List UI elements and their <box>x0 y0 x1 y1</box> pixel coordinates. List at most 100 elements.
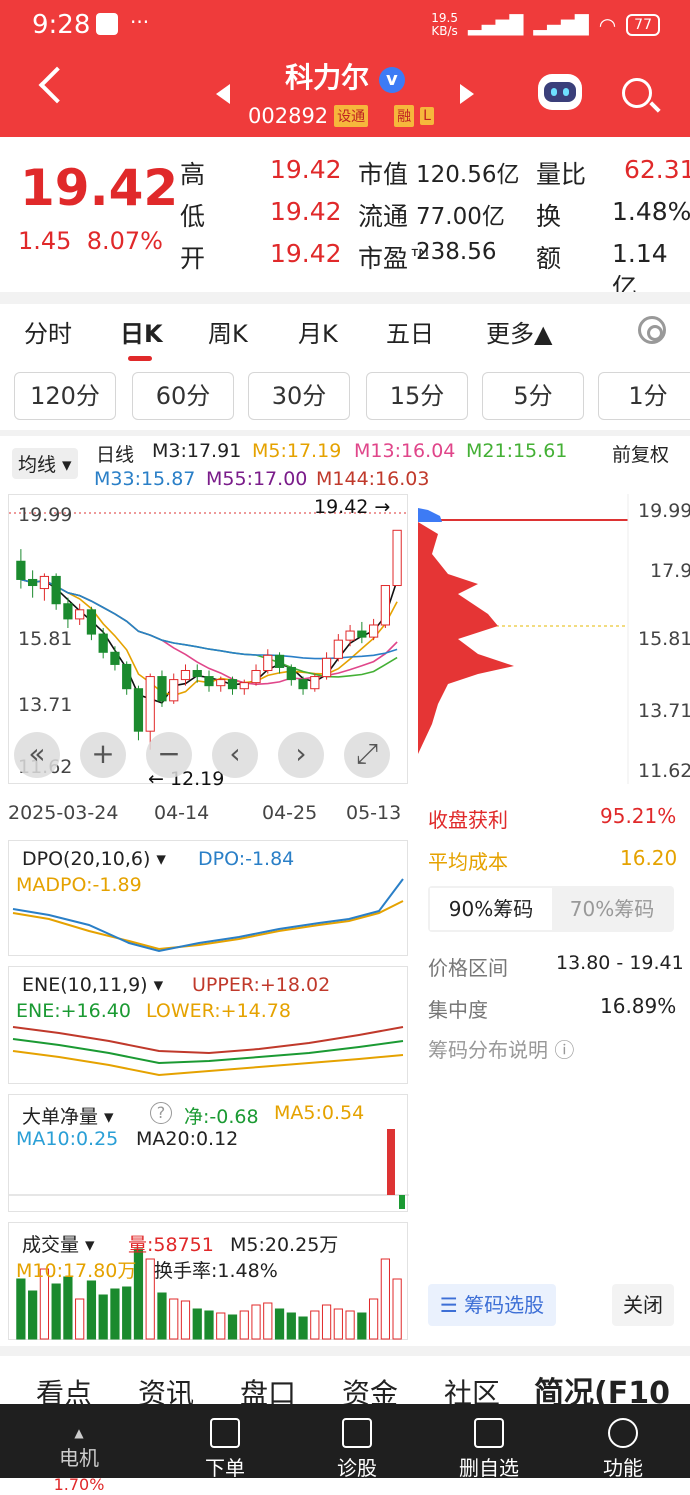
ma-selector[interactable]: 均线 ▾ <box>12 448 78 479</box>
min-60[interactable]: 60分 <box>132 372 234 420</box>
stock-name: 科力尔 <box>285 61 370 94</box>
last-price: 19.42 <box>20 159 179 217</box>
tab-more[interactable]: 更多▲ <box>486 314 552 349</box>
tag-shetong: 设通 <box>334 105 369 127</box>
y-label-mid: 15.81 <box>18 628 73 650</box>
quote-label: 开 <box>180 244 206 273</box>
volume-m5: M5:20.25万 <box>230 1234 339 1256</box>
candle <box>122 663 132 690</box>
status-right: 19.5 KB/s ▂▄▆█ ▂▄▆█ ◠ 77 <box>431 12 660 38</box>
tab-intraday[interactable]: 分时 <box>24 314 72 349</box>
tab-70-chip[interactable]: 70%筹码 <box>552 888 672 930</box>
min-120[interactable]: 120分 <box>14 372 116 420</box>
zoom-out-button[interactable]: − <box>146 732 192 778</box>
volume-bar <box>63 1276 73 1340</box>
top-header: 9:28 ··· 19.5 KB/s ▂▄▆█ ▂▄▆█ ◠ 77 科力尔 v 0… <box>0 0 690 137</box>
candle <box>274 654 285 668</box>
volume-bar <box>75 1298 85 1340</box>
candle <box>169 679 179 702</box>
quote-label: 额 <box>536 244 562 273</box>
range-label: 价格区间 <box>428 956 508 980</box>
nav-remove-watchlist[interactable]: 删自选 <box>444 1418 534 1481</box>
nav-order[interactable]: 下单 <box>180 1418 270 1481</box>
volume-bar <box>298 1316 308 1340</box>
settings-icon[interactable] <box>638 316 666 344</box>
zoom-in-button[interactable]: + <box>80 732 126 778</box>
volume-bar <box>157 1292 167 1340</box>
volume-bar <box>51 1283 61 1340</box>
cost-value: 16.20 <box>620 846 678 870</box>
dpo-selector[interactable]: DPO(20,10,6) ▾ <box>22 848 166 870</box>
chip-explain-link[interactable]: 筹码分布说明 ⓘ <box>428 1034 574 1063</box>
tab-daily-k[interactable]: 日K <box>120 314 163 349</box>
dpo-value: DPO:-1.84 <box>198 848 295 870</box>
bignet-selector[interactable]: 大单净量 ▾ <box>22 1102 114 1129</box>
tab-90-chip[interactable]: 90%筹码 <box>430 888 552 930</box>
quote-label: 流通 <box>358 202 409 231</box>
signal-icon: ▂▄▆█ <box>467 14 524 36</box>
nav-sector[interactable]: ▲ 电机 1.70% <box>34 1418 124 1495</box>
volume-bar <box>274 1308 285 1340</box>
chip-close-button[interactable]: 关闭 <box>612 1284 674 1326</box>
separator <box>0 292 690 304</box>
ma-m33: M33:15.87 <box>94 468 196 490</box>
app-notification-icon <box>96 13 118 35</box>
volume-bar <box>16 1278 26 1340</box>
volume-bar <box>169 1298 179 1340</box>
nav-diagnose[interactable]: 诊股 <box>312 1418 402 1481</box>
concentration-value: 16.89% <box>600 994 677 1018</box>
candle <box>192 669 202 678</box>
volume-bar <box>368 1298 379 1340</box>
adjust-mode[interactable]: 前复权 <box>612 440 669 467</box>
chip-y-mid: 15.81 <box>638 628 690 650</box>
min-1[interactable]: 1分 <box>598 372 690 420</box>
candle <box>110 651 120 665</box>
candle <box>345 630 355 641</box>
tag-rong: 融 <box>394 105 415 127</box>
min-30[interactable]: 30分 <box>248 372 350 420</box>
tab-monthly-k[interactable]: 月K <box>298 314 338 349</box>
y-label-high: 19.99 <box>18 504 73 526</box>
tab-weekly-k[interactable]: 周K <box>208 314 248 349</box>
candle <box>310 676 320 690</box>
tab-five-day[interactable]: 五日 <box>386 314 434 349</box>
ma-m55: M55:17.00 <box>206 468 308 490</box>
volume-bar <box>251 1304 261 1340</box>
search-icon[interactable] <box>622 78 652 108</box>
ma-line <box>20 578 398 678</box>
move-left-button[interactable]: ‹ <box>212 732 258 778</box>
min-5[interactable]: 5分 <box>482 372 584 420</box>
volume-bar <box>86 1280 97 1340</box>
signal2-icon: ▂▄▆█ <box>533 14 589 36</box>
min-15[interactable]: 15分 <box>366 372 468 420</box>
help-icon[interactable]: ? <box>150 1102 172 1124</box>
robot-assistant-icon[interactable] <box>538 74 582 110</box>
quote-value: 19.42 <box>270 155 342 184</box>
move-right-button[interactable]: › <box>278 732 324 778</box>
diagnose-icon <box>342 1418 372 1448</box>
candle <box>28 578 38 587</box>
fullscreen-button[interactable]: ⤢ <box>344 732 390 778</box>
volume-bar <box>192 1308 202 1340</box>
chip-select-button[interactable]: ☰ 筹码选股 <box>428 1284 556 1326</box>
quote-value: 1.48% <box>612 197 690 226</box>
nav-functions[interactable]: 功能 <box>578 1418 668 1481</box>
volume-bar <box>333 1308 343 1340</box>
concentration-label: 集中度 <box>428 998 488 1022</box>
cost-label: 平均成本 <box>428 850 508 874</box>
x-label-0513: 05-13 <box>346 802 402 824</box>
verified-icon: v <box>378 67 405 93</box>
ene-selector[interactable]: ENE(10,11,9) ▾ <box>22 974 163 996</box>
quote-value: 19.42 <box>270 197 342 226</box>
candle <box>227 679 238 690</box>
ma-m144: M144:16.03 <box>316 468 430 490</box>
price-change: 1.45 8.07% <box>18 227 163 255</box>
x-label-0414: 04-14 <box>154 802 210 824</box>
volume-bar <box>321 1304 332 1340</box>
profit-label: 收盘获利 <box>428 808 508 832</box>
remove-icon <box>474 1418 504 1448</box>
ene-upper: UPPER:+18.02 <box>192 974 331 996</box>
bignet-ma20: MA20:0.12 <box>136 1128 239 1150</box>
volume-selector[interactable]: 成交量 ▾ <box>22 1230 95 1257</box>
rewind-button[interactable]: « <box>14 732 60 778</box>
